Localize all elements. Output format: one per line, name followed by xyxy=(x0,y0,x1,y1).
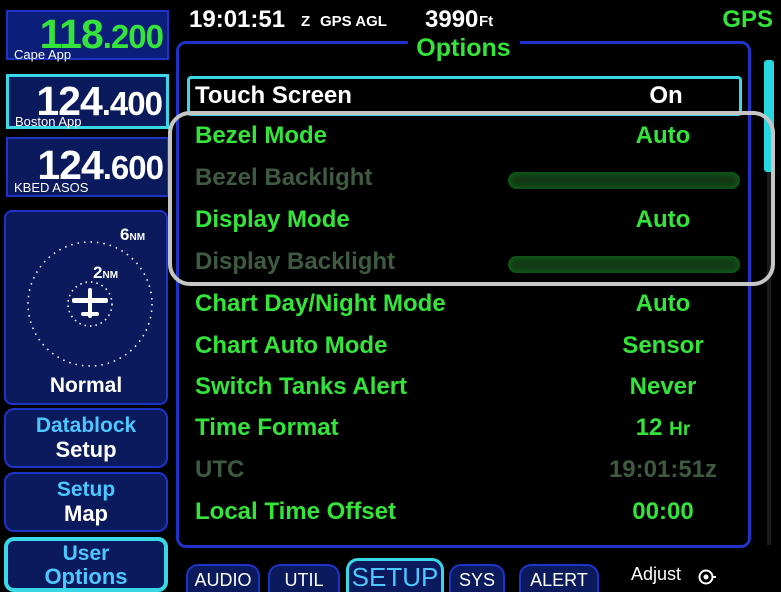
status-time: 19:01:51 xyxy=(189,6,286,33)
standby-frequency-label: Boston App xyxy=(15,114,82,129)
option-value: 12 Hr xyxy=(583,414,743,442)
option-label: Chart Day/Night Mode xyxy=(195,290,446,317)
tab-audio[interactable]: AUDIO xyxy=(186,564,260,592)
option-label: Switch Tanks Alert xyxy=(195,373,408,400)
inner-range-label: 2NM xyxy=(93,263,118,282)
standby-khz: .400 xyxy=(101,85,163,122)
wx-khz: .600 xyxy=(102,149,164,186)
option-chart-auto-mode[interactable]: Chart Auto Mode Sensor xyxy=(187,326,742,366)
weather-frequency[interactable]: 124.600 KBED ASOS xyxy=(6,137,169,197)
option-chart-day-night-mode[interactable]: Chart Day/Night Mode Auto xyxy=(187,284,742,324)
option-value: Never xyxy=(629,373,697,400)
option-value: 19:01:51z xyxy=(608,456,718,483)
user-options-bottom-label: Options xyxy=(44,564,128,589)
panel-title: Options xyxy=(407,35,520,62)
knob-icon xyxy=(698,569,716,585)
ownship-icon xyxy=(72,288,108,318)
option-switch-tanks-alert[interactable]: Switch Tanks Alert Never xyxy=(187,367,742,407)
option-label: Local Time Offset xyxy=(195,498,396,525)
active-khz: .200 xyxy=(102,18,164,55)
option-touch-screen[interactable]: Touch Screen On xyxy=(187,76,742,116)
page-tab-bar: AUDIO UTIL SETUP SYS ALERT Adjust xyxy=(176,558,781,592)
mini-map[interactable]: 6NM 2NM Normal xyxy=(4,210,168,405)
user-options-button[interactable]: User Options xyxy=(4,537,168,592)
outer-range-label: 6NM xyxy=(120,225,145,244)
option-value: Sensor xyxy=(622,332,704,359)
option-time-format[interactable]: Time Format 12 Hr xyxy=(187,408,742,448)
tab-alert[interactable]: ALERT xyxy=(519,564,599,592)
setup-map-button[interactable]: Setup Map xyxy=(4,472,168,532)
option-label: Touch Screen xyxy=(195,82,352,109)
option-label: UTC xyxy=(195,456,245,483)
nav-source-indicator: GPS xyxy=(722,6,773,33)
weather-frequency-label: KBED ASOS xyxy=(14,180,89,195)
map-mode-label: Normal xyxy=(49,374,123,397)
option-utc: UTC 19:01:51z xyxy=(187,450,742,490)
time-format-value: 12 xyxy=(635,414,663,441)
active-frequency[interactable]: 118.200 Cape App xyxy=(6,10,169,62)
gps-agl-label: GPS AGL xyxy=(320,13,387,30)
datablock-setup-top-label: Datablock xyxy=(35,414,137,437)
time-format-unit: Hr xyxy=(669,419,691,440)
active-frequency-label: Cape App xyxy=(14,47,72,62)
standby-frequency[interactable]: 124.400 Boston App xyxy=(6,74,169,129)
gps-agl-value: 3990 xyxy=(425,6,479,33)
setup-map-bottom-label: Map xyxy=(64,501,108,526)
status-bar: 19:01:51 Z GPS AGL 3990 Ft GPS xyxy=(184,0,781,38)
option-label: Chart Auto Mode xyxy=(195,332,388,359)
option-value: 00:00 xyxy=(632,498,694,525)
tab-sys[interactable]: SYS xyxy=(449,564,505,592)
callout-highlight-box xyxy=(168,111,775,286)
datablock-setup-button[interactable]: Datablock Setup xyxy=(4,408,168,468)
adjust-label: Adjust xyxy=(631,564,682,584)
option-label: Time Format xyxy=(195,414,339,441)
avionics-screen: 118.200 Cape App 124.400 Boston App 124.… xyxy=(0,0,781,592)
tab-setup[interactable]: SETUP xyxy=(346,558,444,592)
tab-util[interactable]: UTIL xyxy=(268,564,340,592)
option-value: Auto xyxy=(635,290,691,317)
option-value: On xyxy=(649,82,683,109)
option-local-time-offset[interactable]: Local Time Offset 00:00 xyxy=(187,492,742,532)
gps-agl-unit: Ft xyxy=(479,13,494,30)
setup-map-top-label: Setup xyxy=(56,478,116,501)
status-time-zone: Z xyxy=(301,13,311,30)
datablock-setup-bottom-label: Setup xyxy=(55,437,117,462)
user-options-top-label: User xyxy=(62,542,110,565)
